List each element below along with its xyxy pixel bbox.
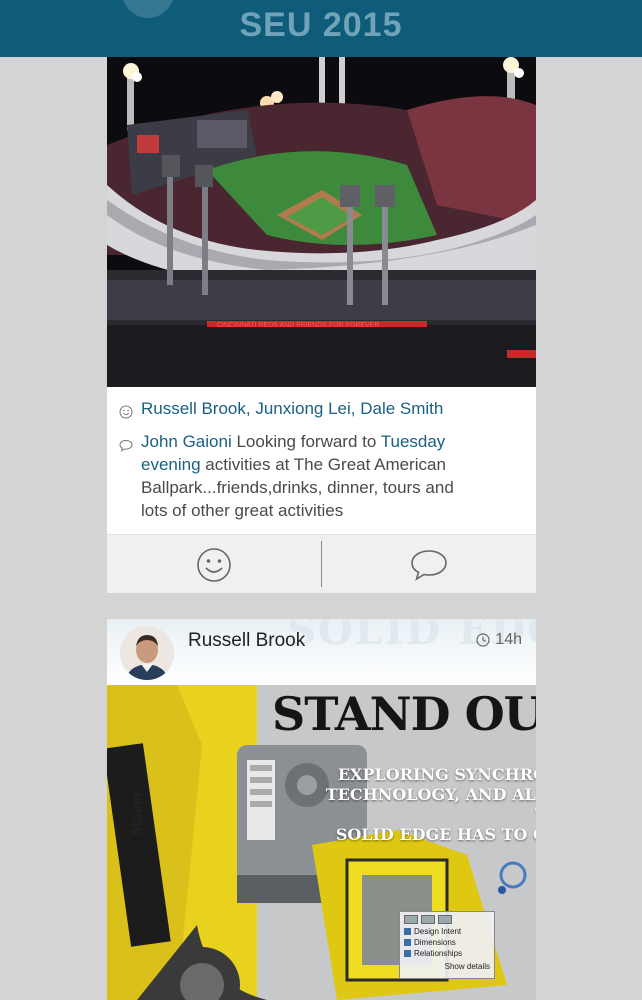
smiley-small-icon (119, 399, 141, 424)
avatar[interactable] (120, 626, 174, 680)
stadium-sign-text: CINCINNATI REDS AND FRIENDS FOR FOREVER (217, 322, 379, 329)
header-avatar-ghost (122, 0, 174, 18)
avatar-photo (120, 626, 174, 680)
smiley-icon (197, 547, 231, 582)
like-button[interactable] (107, 535, 321, 593)
panel-toolbar-button (404, 915, 418, 924)
clock-icon (476, 633, 490, 647)
comment-button[interactable] (322, 535, 536, 593)
post-time-text: 14h (495, 631, 522, 648)
checkbox-icon (404, 928, 411, 935)
panel-checkbox: Relationships (404, 948, 490, 959)
comment-body: John Gaioni Looking forward to Tuesday e… (141, 430, 479, 522)
panel-toolbar-button (438, 915, 452, 924)
checkbox-icon (404, 939, 411, 946)
post-card: SOLID EDGE Russell Brook 14h (107, 619, 536, 1000)
app-header: SEU 2015 (0, 0, 642, 57)
panel-toolbar (404, 915, 490, 924)
speech-bubble-icon (411, 549, 447, 581)
magazine-subhead: EXPLORING SYNCHRO TECHNOLOGY, AND ALL T … (325, 765, 536, 844)
comment-row: John Gaioni Looking forward to Tuesday e… (119, 430, 479, 522)
speech-bubble-small-icon (119, 430, 141, 522)
magazine-headline: STAND OUT (272, 687, 536, 741)
comment-text-1: Looking forward to (231, 432, 381, 451)
likers-names[interactable]: Russell Brook, Junxiong Lei, Dale Smith (141, 399, 443, 424)
post-header: SOLID EDGE Russell Brook 14h (107, 619, 536, 685)
page-title: SEU 2015 (239, 6, 403, 44)
magazine-panel: Design Intent Dimensions Relationships S… (399, 911, 495, 979)
magazine-brand: Mover (129, 790, 146, 835)
action-bar (107, 534, 536, 593)
panel-toolbar-button (421, 915, 435, 924)
post-photo-ballpark[interactable]: CINCINNATI REDS AND FRIENDS FOR FOREVER (107, 25, 536, 387)
panel-checkbox: Dimensions (404, 937, 490, 948)
post-time: 14h (476, 631, 522, 649)
checkbox-icon (404, 950, 411, 957)
ballpark-illustration: CINCINNATI REDS AND FRIENDS FOR FOREVER (107, 25, 536, 387)
post-photo-magazine[interactable]: STAND OUT EXPLORING SYNCHRO TECHNOLOGY, … (107, 685, 536, 1000)
panel-checkbox: Design Intent (404, 926, 490, 937)
post-info: Russell Brook, Junxiong Lei, Dale Smith … (107, 387, 536, 534)
likers-row: Russell Brook, Junxiong Lei, Dale Smith (119, 399, 443, 424)
post-card: CINCINNATI REDS AND FRIENDS FOR FOREVER … (107, 25, 536, 593)
post-author[interactable]: Russell Brook (188, 630, 305, 652)
comment-author[interactable]: John Gaioni (141, 432, 232, 451)
panel-show-details: Show details (444, 962, 490, 971)
